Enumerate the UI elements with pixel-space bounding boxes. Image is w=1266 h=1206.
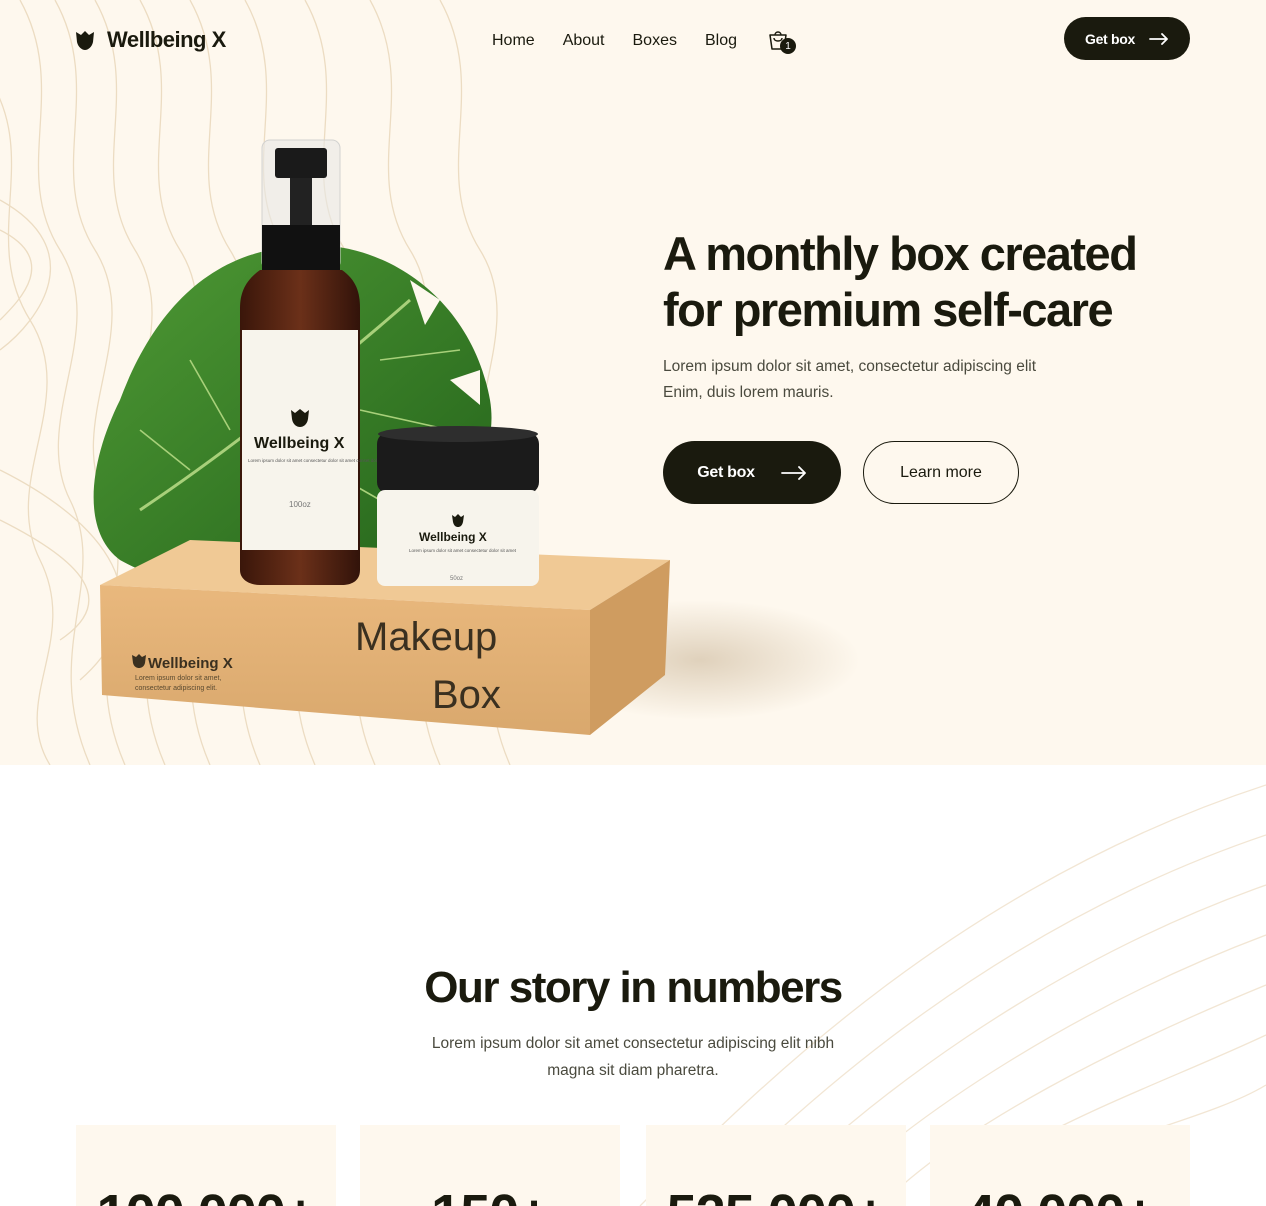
bottle-size: 100oz bbox=[289, 500, 311, 509]
hero-copy: A monthly box created for premium self-c… bbox=[663, 226, 1223, 406]
product-hero-image: Makeup Box Wellbeing X Lorem ipsum dolor… bbox=[80, 130, 860, 750]
jar-brand: Wellbeing X bbox=[419, 530, 487, 544]
bottle-brand: Wellbeing X bbox=[254, 435, 345, 452]
stat-card: 150+ bbox=[360, 1125, 620, 1206]
header-get-box-label: Get box bbox=[1084, 30, 1136, 47]
brand-logo[interactable]: Wellbeing X bbox=[75, 27, 226, 53]
header-get-box-button[interactable]: Get box bbox=[1064, 17, 1190, 60]
hero-title-line2: for premium self-care bbox=[663, 283, 1114, 336]
arrow-right-icon bbox=[780, 465, 806, 480]
hero-get-box-label: Get box bbox=[697, 463, 755, 481]
learn-more-button[interactable]: Learn more bbox=[863, 441, 1019, 504]
stat-value: 525,000+ bbox=[646, 1183, 906, 1206]
stat-card: 525,000+ bbox=[646, 1125, 906, 1206]
stat-card: 100,000+ bbox=[76, 1125, 336, 1206]
hero-subtitle: Lorem ipsum dolor sit amet, consectetur … bbox=[663, 354, 1093, 406]
hero-title-line1: A monthly box created bbox=[663, 227, 1138, 280]
stats-subtitle: Lorem ipsum dolor sit amet consectetur a… bbox=[400, 1030, 866, 1084]
box-text-line1: Lorem ipsum dolor sit amet, bbox=[135, 675, 221, 682]
jar-size: 50oz bbox=[450, 576, 463, 582]
stats-subtitle-line1: Lorem ipsum dolor sit amet consectetur a… bbox=[431, 1035, 835, 1052]
nav-link-blog[interactable]: Blog bbox=[705, 32, 737, 50]
hero-actions: Get box Learn more bbox=[663, 441, 1019, 504]
main-nav: Home About Boxes Blog 1 bbox=[492, 29, 796, 54]
hero-subtitle-line1: Lorem ipsum dolor sit amet, consectetur … bbox=[663, 358, 1037, 375]
nav-link-home[interactable]: Home bbox=[492, 32, 535, 50]
jar-text: Lorem ipsum dolor sit amet consectetur d… bbox=[409, 548, 517, 553]
hero-title: A monthly box created for premium self-c… bbox=[663, 226, 1223, 338]
cream-jar-graphic: Wellbeing X Lorem ipsum dolor sit amet c… bbox=[377, 426, 539, 586]
stat-value: 40,000+ bbox=[930, 1183, 1190, 1206]
stat-value: 100,000+ bbox=[76, 1183, 336, 1206]
site-header: Wellbeing X Home About Boxes Blog 1 Get … bbox=[0, 0, 1266, 80]
brand-name: Wellbeing X bbox=[107, 27, 226, 52]
box-label-line2: Box bbox=[432, 673, 501, 717]
cart-button[interactable]: 1 bbox=[767, 29, 796, 54]
stats-subtitle-line2: magna sit diam pharetra. bbox=[547, 1062, 719, 1079]
box-text-line2: consectetur adipiscing elit. bbox=[135, 685, 217, 692]
tulip-logo-icon bbox=[76, 31, 94, 50]
arrow-right-icon bbox=[1149, 32, 1168, 45]
nav-link-about[interactable]: About bbox=[563, 32, 605, 50]
hero-get-box-button[interactable]: Get box bbox=[663, 441, 841, 504]
box-label-line1: Makeup bbox=[355, 615, 497, 659]
stat-card: 40,000+ bbox=[930, 1125, 1190, 1206]
nav-link-boxes[interactable]: Boxes bbox=[633, 32, 677, 50]
box-brand: Wellbeing X bbox=[148, 655, 233, 672]
stats-title: Our story in numbers bbox=[424, 963, 843, 1012]
cart-count-badge: 1 bbox=[780, 38, 796, 54]
stat-value: 150+ bbox=[360, 1183, 620, 1206]
hero-subtitle-line2: Enim, duis lorem mauris. bbox=[663, 384, 834, 401]
